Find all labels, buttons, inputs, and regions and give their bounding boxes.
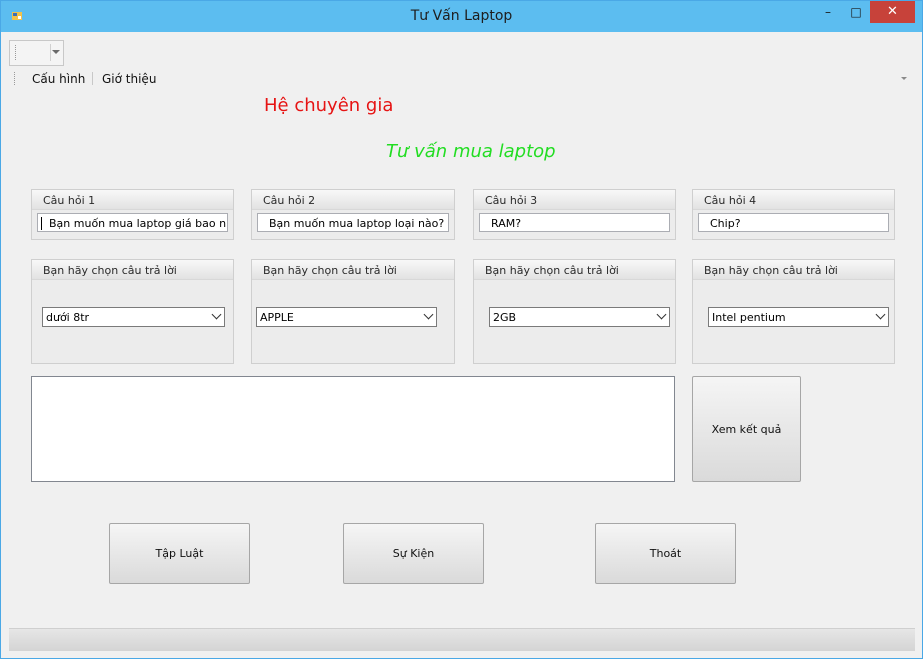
- result-textarea[interactable]: [31, 376, 675, 482]
- group-header: Câu hỏi 1: [32, 190, 233, 210]
- group-header: Bạn hãy chọn câu trả lời: [32, 260, 233, 280]
- answer-select-1[interactable]: dưới 8tr: [42, 307, 225, 327]
- question-field-4[interactable]: Chip?: [698, 213, 889, 232]
- group-header: Câu hỏi 4: [693, 190, 894, 210]
- question-text: RAM?: [491, 217, 522, 230]
- close-button[interactable]: ✕: [870, 1, 915, 23]
- facts-button[interactable]: Sự Kiện: [343, 523, 484, 584]
- group-header: Bạn hãy chọn câu trả lời: [474, 260, 675, 280]
- chevron-down-icon: [423, 309, 434, 320]
- question-text: Chip?: [710, 217, 741, 230]
- title-bar[interactable]: Tư Vấn Laptop – □ ✕: [1, 1, 922, 32]
- selected-value: APPLE: [260, 311, 294, 324]
- toolbar-dropdown[interactable]: [9, 40, 64, 66]
- chevron-down-icon[interactable]: [52, 50, 60, 54]
- main-heading: Hệ chuyên gia: [264, 95, 394, 116]
- answer-title: Bạn hãy chọn câu trả lời: [263, 264, 397, 277]
- answer-select-4[interactable]: Intel pentium: [708, 307, 889, 327]
- question-field-2[interactable]: Bạn muốn mua laptop loại nào?: [257, 213, 449, 232]
- rules-button[interactable]: Tập Luật: [109, 523, 250, 584]
- group-header: Bạn hãy chọn câu trả lời: [252, 260, 454, 280]
- question-group-2: Câu hỏi 2 Bạn muốn mua laptop loại nào?: [251, 189, 455, 240]
- menu-overflow-icon[interactable]: [901, 77, 907, 80]
- question-field-3[interactable]: RAM?: [479, 213, 670, 232]
- question-field-1[interactable]: Bạn muốn mua laptop giá bao nhiêu?: [37, 213, 228, 232]
- sub-heading: Tư vấn mua laptop: [386, 141, 556, 162]
- question-text: Bạn muốn mua laptop loại nào?: [269, 217, 445, 230]
- selected-value: 2GB: [493, 311, 517, 324]
- exit-button[interactable]: Thoát: [595, 523, 736, 584]
- answer-group-2: Bạn hãy chọn câu trả lời APPLE: [251, 259, 455, 364]
- question-title: Câu hỏi 1: [43, 194, 96, 207]
- answer-title: Bạn hãy chọn câu trả lời: [704, 264, 838, 277]
- answer-group-1: Bạn hãy chọn câu trả lời dưới 8tr: [31, 259, 234, 364]
- answer-group-3: Bạn hãy chọn câu trả lời 2GB: [473, 259, 676, 364]
- window-title: Tư Vấn Laptop: [410, 8, 513, 24]
- question-text: Bạn muốn mua laptop giá bao nhiêu?: [49, 217, 227, 230]
- minimize-button[interactable]: –: [815, 1, 841, 23]
- answer-title: Bạn hãy chọn câu trả lời: [485, 264, 619, 277]
- question-group-1: Câu hỏi 1 Bạn muốn mua laptop giá bao nh…: [31, 189, 234, 240]
- view-result-button[interactable]: Xem kết quả: [692, 376, 801, 482]
- group-header: Câu hỏi 2: [252, 190, 454, 210]
- question-title: Câu hỏi 3: [485, 194, 538, 207]
- answer-select-3[interactable]: 2GB: [489, 307, 670, 327]
- toolbar: [1, 32, 922, 68]
- question-group-4: Câu hỏi 4 Chip?: [692, 189, 895, 240]
- menu-item-config[interactable]: Cấu hình: [32, 72, 85, 86]
- answer-select-2[interactable]: APPLE: [256, 307, 437, 327]
- toolbar-dropdown-separator: [50, 44, 51, 61]
- menu-item-about[interactable]: Giớ thiệu: [102, 72, 156, 86]
- selected-value: dưới 8tr: [46, 311, 90, 324]
- toolbar-grip-icon: [15, 45, 17, 60]
- menu-grip-icon: [14, 72, 16, 85]
- chevron-down-icon: [875, 309, 886, 320]
- status-bar: [9, 628, 915, 651]
- text-caret: [41, 217, 42, 230]
- app-window: Tư Vấn Laptop – □ ✕ Cấu hình Giớ thiệu H…: [0, 0, 923, 659]
- menu-bar: Cấu hình Giớ thiệu: [1, 68, 922, 89]
- selected-value: Intel pentium: [712, 311, 786, 324]
- group-header: Câu hỏi 3: [474, 190, 675, 210]
- question-title: Câu hỏi 4: [704, 194, 757, 207]
- chevron-down-icon: [211, 309, 222, 320]
- maximize-button[interactable]: □: [843, 1, 869, 23]
- group-header: Bạn hãy chọn câu trả lời: [693, 260, 894, 280]
- question-title: Câu hỏi 2: [263, 194, 316, 207]
- chevron-down-icon: [656, 309, 667, 320]
- menu-separator: [92, 72, 93, 85]
- question-group-3: Câu hỏi 3 RAM?: [473, 189, 676, 240]
- answer-group-4: Bạn hãy chọn câu trả lời Intel pentium: [692, 259, 895, 364]
- answer-title: Bạn hãy chọn câu trả lời: [43, 264, 177, 277]
